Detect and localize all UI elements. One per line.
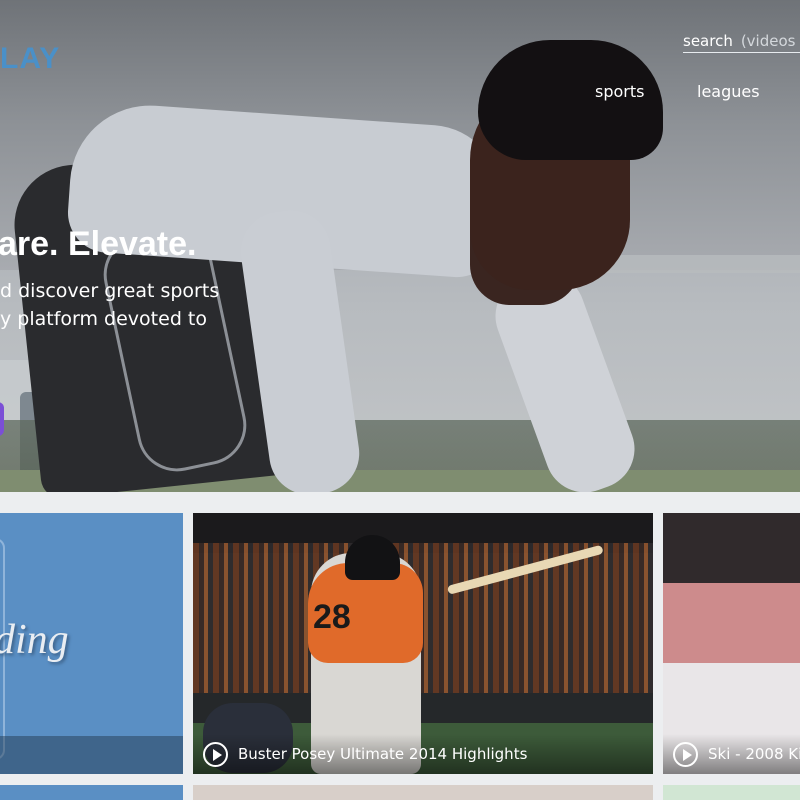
hero-banner: LAY search (videos sports leagues are. E… [0,0,800,492]
search-field[interactable]: search (videos [683,29,800,53]
hero-cta-button[interactable] [0,402,4,436]
search-label: search [683,31,733,50]
search-placeholder[interactable]: (videos [741,32,796,50]
hero-description-line: y platform devoted to [0,308,207,330]
video-card[interactable]: Ski - 2008 Kitz [663,513,800,774]
jersey-number: 28 [313,598,351,636]
card-thumbnail-crowd [663,513,800,583]
video-card[interactable]: ding [0,513,183,774]
play-circle-icon[interactable] [673,741,698,767]
hero-description: d discover great sports y platform devot… [0,277,219,333]
video-card[interactable] [663,785,800,800]
hero-description-line: d discover great sports [0,280,220,302]
card-thumbnail-text: ding [0,617,69,663]
nav-leagues[interactable]: leagues [697,82,760,101]
card-caption-bar: Ski - 2008 Kitz [663,734,800,774]
video-card[interactable] [0,785,183,800]
nav-sports[interactable]: sports [595,82,644,101]
card-thumbnail-crowd [193,543,653,713]
video-card[interactable] [193,785,653,800]
card-caption-bar: Buster Posey Ultimate 2014 Highlights [193,734,653,774]
card-thumbnail-boards [663,583,800,663]
video-title[interactable]: Buster Posey Ultimate 2014 Highlights [238,745,527,763]
play-circle-icon[interactable] [203,741,228,767]
brand-logo[interactable]: LAY [0,42,60,76]
video-title[interactable]: Ski - 2008 Kitz [708,745,800,763]
card-caption-bar [0,736,183,774]
hero-tagline: are. Elevate. [0,225,197,263]
video-card[interactable]: 28 Buster Posey Ultimate 2014 Highlights [193,513,653,774]
